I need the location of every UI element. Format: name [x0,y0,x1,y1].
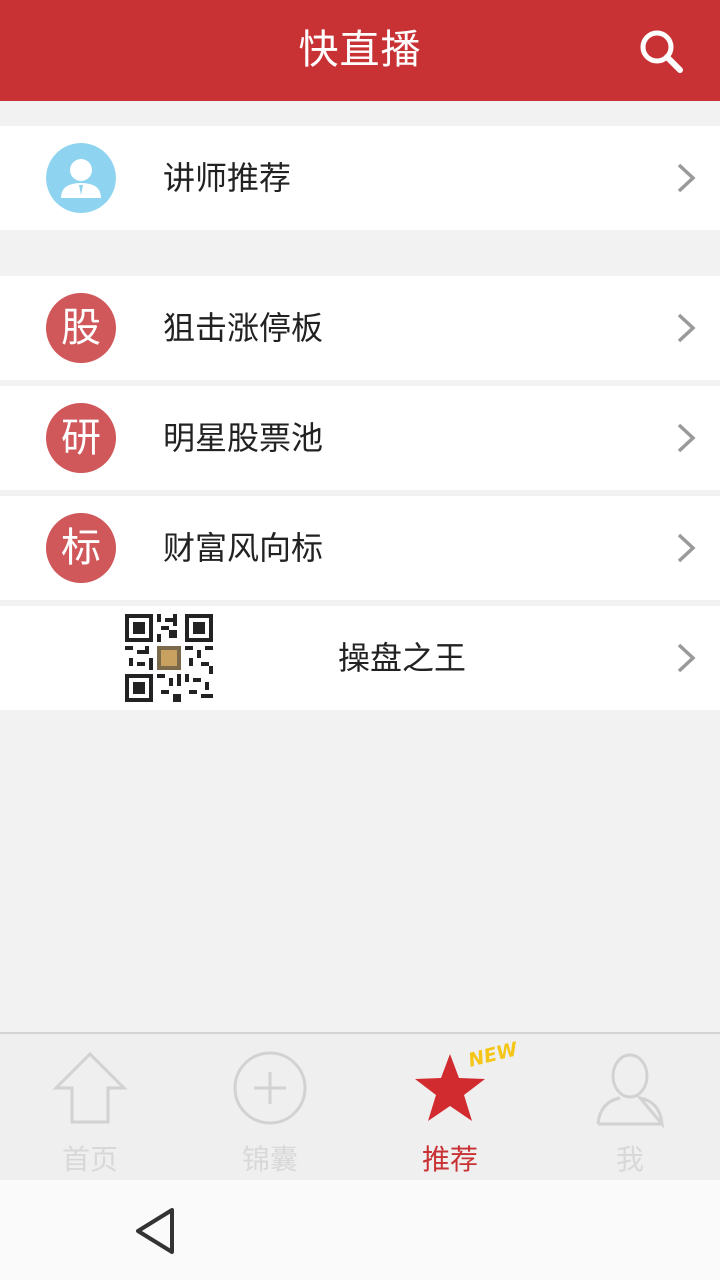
list-item-teacher[interactable]: 讲师推荐 [0,126,720,230]
chevron-right-icon [677,423,696,453]
list-item-stock[interactable]: 股 狙击涨停板 [0,276,720,380]
bottom-tab-bar: 首页 锦囊 NEW 推荐 我 [0,1032,720,1182]
back-icon[interactable] [132,1206,180,1256]
tab-recommend[interactable]: NEW 推荐 [360,1034,540,1182]
system-nav-bar [0,1180,720,1280]
tab-label: 我 [615,1143,644,1176]
indicator-icon: 标 [46,513,116,583]
research-icon: 研 [46,403,116,473]
qr-code-icon [125,614,213,702]
tab-me[interactable]: 我 [540,1034,720,1182]
list-item-label: 财富风向标 [163,529,324,567]
home-icon [52,1051,128,1124]
tab-label: 首页 [61,1143,118,1176]
tab-label: 锦囊 [241,1143,298,1176]
teacher-label: 讲师推荐 [163,159,292,197]
tab-label: 推荐 [421,1143,478,1176]
chevron-right-icon [677,313,696,343]
stock-icon: 股 [46,293,116,363]
list-item-indicator[interactable]: 标 财富风向标 [0,496,720,600]
tab-tips[interactable]: 锦囊 [180,1034,360,1182]
list-item-label: 操盘之王 [338,639,467,677]
chevron-right-icon [677,643,696,673]
new-badge: NEW [466,1038,520,1072]
list-item-label: 明星股票池 [163,419,324,457]
page-title: 快直播 [298,27,422,73]
search-icon[interactable] [638,28,684,74]
chevron-right-icon [677,533,696,563]
app-header: 快直播 [0,0,720,101]
list-item-label: 狙击涨停板 [163,309,324,347]
person-icon [596,1053,664,1128]
list-item-trader-king[interactable]: 操盘之王 [0,606,720,710]
chevron-right-icon [677,163,696,193]
list-item-research[interactable]: 研 明星股票池 [0,386,720,490]
user-avatar-icon [46,143,116,213]
tab-home[interactable]: 首页 [0,1034,180,1182]
plus-circle-icon [233,1051,307,1125]
